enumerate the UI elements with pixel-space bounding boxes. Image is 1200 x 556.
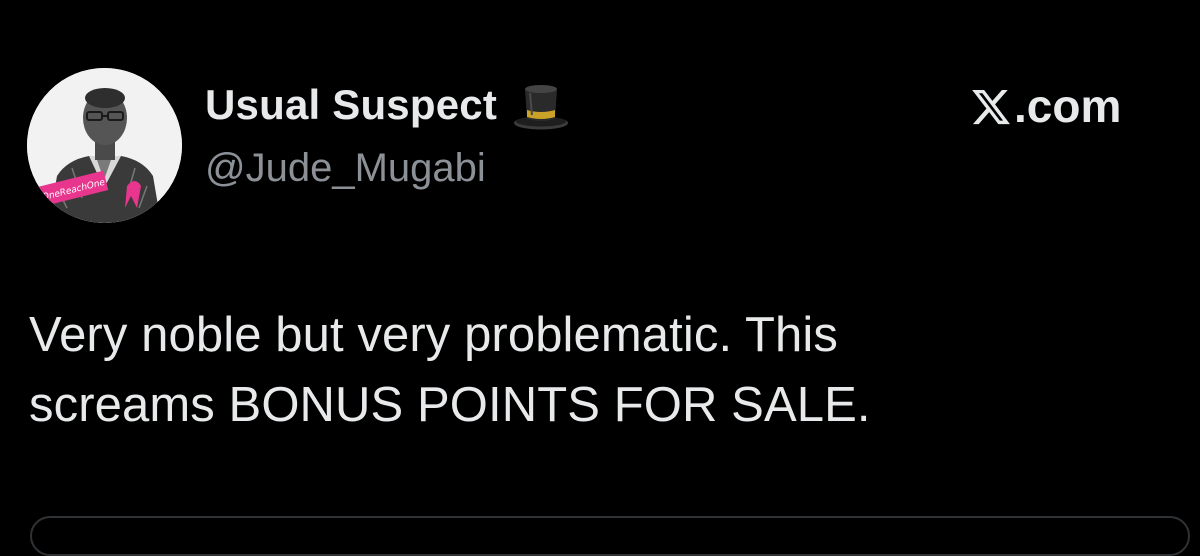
avatar[interactable]: OneReachOne — [27, 68, 182, 223]
tweet-text: Very noble but very problematic. This sc… — [29, 300, 1169, 440]
x-logo-icon — [970, 85, 1012, 127]
top-hat-icon — [511, 79, 571, 131]
x-com-brand: .com — [970, 80, 1121, 132]
brand-suffix: .com — [1014, 80, 1122, 132]
tweet-card: OneReachOne Usual Suspect @Jude_Mugabi .… — [0, 0, 1200, 556]
tweet-text-line: Very noble but very problematic. This — [29, 308, 838, 362]
tweet-text-line: screams BONUS POINTS FOR SALE. — [29, 378, 871, 432]
display-name[interactable]: Usual Suspect — [205, 81, 497, 129]
quoted-tweet-card[interactable] — [30, 516, 1190, 556]
avatar-photo: OneReachOne — [27, 68, 182, 223]
display-name-row[interactable]: Usual Suspect — [205, 80, 571, 130]
author-handle[interactable]: @Jude_Mugabi — [205, 146, 486, 191]
